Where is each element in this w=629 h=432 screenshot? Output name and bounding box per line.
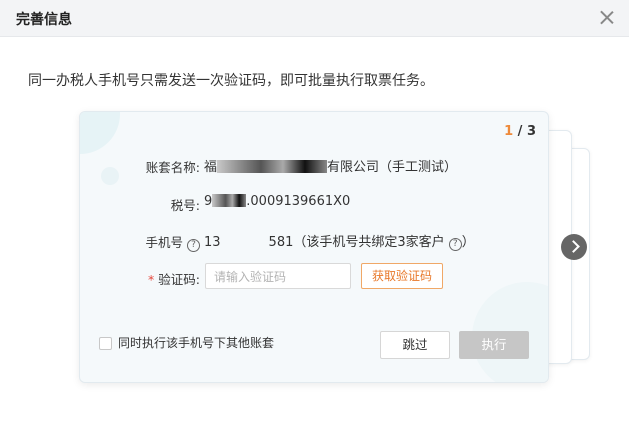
account-value-prefix: 福	[204, 160, 218, 175]
same-phone-checkbox[interactable]	[99, 337, 112, 350]
phone-value: 13 581（该手机号共绑定3家客户 ?）	[204, 231, 475, 251]
code-label-text: 验证码:	[158, 272, 200, 287]
question-circle-icon[interactable]: ?	[448, 238, 462, 251]
verification-code-input[interactable]: 请输入验证码	[205, 263, 351, 289]
same-phone-checkbox-label[interactable]: 同时执行该手机号下其他账套	[118, 334, 274, 351]
intro-text: 同一办税人手机号只需发送一次验证码，即可批量执行取票任务。	[28, 73, 434, 89]
phone-value-close: ）	[461, 235, 475, 250]
required-mark: *	[148, 272, 155, 287]
account-card: 1 / 3 账套名称: 福 有限公司（手工测试） 税号: 9 .0009139661…	[79, 111, 549, 383]
tax-label: 税号:	[170, 198, 200, 213]
account-value-suffix: 有限公司（手工测试）	[327, 160, 458, 175]
pager-total: / 3	[517, 124, 536, 139]
phone-value-prefix: 13	[204, 235, 221, 250]
execute-button[interactable]: 执行	[459, 331, 529, 359]
phone-label: 手机号 ?	[116, 232, 200, 252]
tax-value-suffix: .0009139661X0	[246, 194, 351, 209]
dialog-title: 完善信息	[16, 12, 72, 28]
redacted-block	[212, 194, 247, 207]
close-icon[interactable]	[598, 8, 616, 26]
account-value: 福 有限公司（手工测试）	[204, 156, 457, 175]
decor-circle	[80, 112, 120, 154]
tax-value-prefix: 9	[204, 194, 213, 209]
chevron-right-icon[interactable]	[561, 234, 587, 260]
account-label: 账套名称:	[145, 160, 200, 175]
skip-button[interactable]: 跳过	[380, 331, 450, 359]
phone-label-text: 手机号	[145, 235, 184, 250]
phone-value-suffix: 581（该手机号共绑定3家客户	[268, 235, 445, 250]
redacted-block	[217, 160, 328, 173]
tax-value: 9 .0009139661X0	[204, 194, 350, 209]
code-label: * 验证码:	[116, 269, 200, 288]
question-circle-icon[interactable]: ?	[187, 239, 200, 252]
dialog-header: 完善信息	[0, 0, 629, 37]
get-code-button[interactable]: 获取验证码	[361, 263, 443, 289]
pager: 1 / 3	[504, 124, 536, 139]
pager-current: 1	[504, 124, 514, 139]
